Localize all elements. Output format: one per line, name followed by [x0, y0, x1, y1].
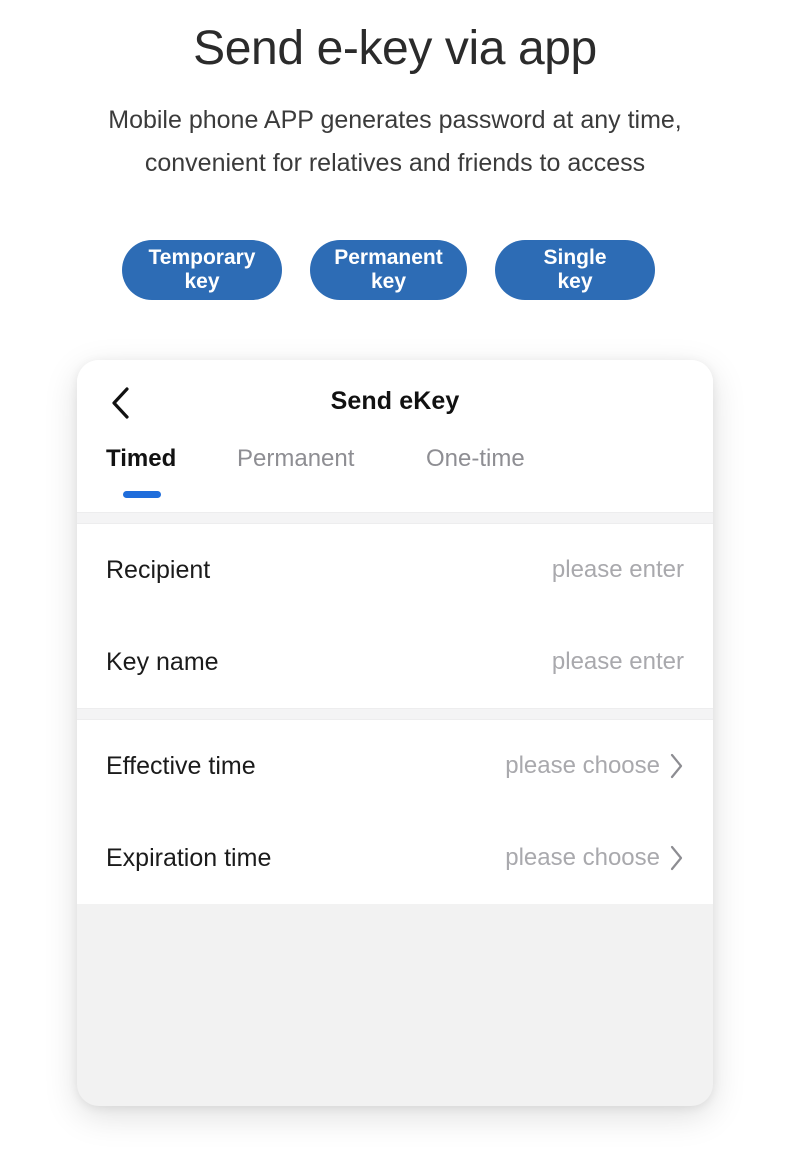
key-type-button-group: Temporary key Permanent key Single key: [0, 240, 790, 302]
form-group-identity: Recipient please enter Key name please e…: [77, 524, 713, 708]
phone-screen-content: Send eKey Timed Permanent One-time Recip…: [77, 360, 713, 904]
row-effective-time-label: Effective time: [106, 751, 256, 780]
row-effective-time[interactable]: Effective time please choose: [77, 720, 713, 812]
permanent-key-button-line-1: Permanent: [334, 246, 443, 270]
active-tab-indicator: [123, 491, 161, 498]
chevron-right-icon: [669, 753, 684, 779]
temporary-key-button-line-2: key: [184, 270, 220, 293]
row-recipient-value-wrap: please enter: [552, 556, 684, 584]
row-key-name-value-wrap: please enter: [552, 648, 684, 676]
section-divider-middle: [77, 708, 713, 720]
single-key-button-line-2: key: [557, 270, 593, 293]
promo-header: Send e-key via app Mobile phone APP gene…: [0, 0, 790, 185]
row-expiration-time[interactable]: Expiration time please choose: [77, 812, 713, 904]
row-expiration-time-label: Expiration time: [106, 843, 272, 872]
app-title: Send eKey: [330, 387, 460, 415]
temporary-key-button[interactable]: Temporary key: [122, 240, 282, 300]
recipient-input[interactable]: please enter: [552, 556, 684, 584]
chevron-right-icon: [669, 845, 684, 871]
row-recipient[interactable]: Recipient please enter: [77, 524, 713, 616]
subtitle-line-1: Mobile phone APP generates password at a…: [108, 105, 682, 134]
expiration-time-value[interactable]: please choose: [505, 844, 660, 872]
row-expiration-time-value-wrap: please choose: [505, 844, 684, 872]
row-key-name-label: Key name: [106, 647, 219, 676]
tab-one-time[interactable]: One-time: [426, 445, 525, 473]
section-divider-top: [77, 512, 713, 524]
tab-timed[interactable]: Timed: [106, 445, 176, 473]
page-subtitle: Mobile phone APP generates password at a…: [0, 78, 790, 185]
row-effective-time-value-wrap: please choose: [505, 752, 684, 780]
page-title: Send e-key via app: [193, 22, 597, 75]
tab-bar: Timed Permanent One-time: [77, 445, 713, 512]
subtitle-line-2: convenient for relatives and friends to …: [144, 148, 646, 177]
tab-permanent[interactable]: Permanent: [237, 445, 354, 473]
temporary-key-button-line-1: Temporary: [148, 246, 256, 270]
form-group-time: Effective time please choose Expiration …: [77, 720, 713, 904]
phone-screen-card: Send eKey Timed Permanent One-time Recip…: [77, 360, 713, 1106]
single-key-button[interactable]: Single key: [495, 240, 655, 300]
permanent-key-button[interactable]: Permanent key: [310, 240, 467, 300]
effective-time-value[interactable]: please choose: [505, 752, 660, 780]
row-recipient-label: Recipient: [106, 555, 211, 584]
row-key-name[interactable]: Key name please enter: [77, 616, 713, 708]
key-name-input[interactable]: please enter: [552, 648, 684, 676]
single-key-button-line-1: Single: [543, 246, 607, 270]
permanent-key-button-line-2: key: [370, 270, 407, 293]
app-navbar: Send eKey: [77, 360, 713, 445]
